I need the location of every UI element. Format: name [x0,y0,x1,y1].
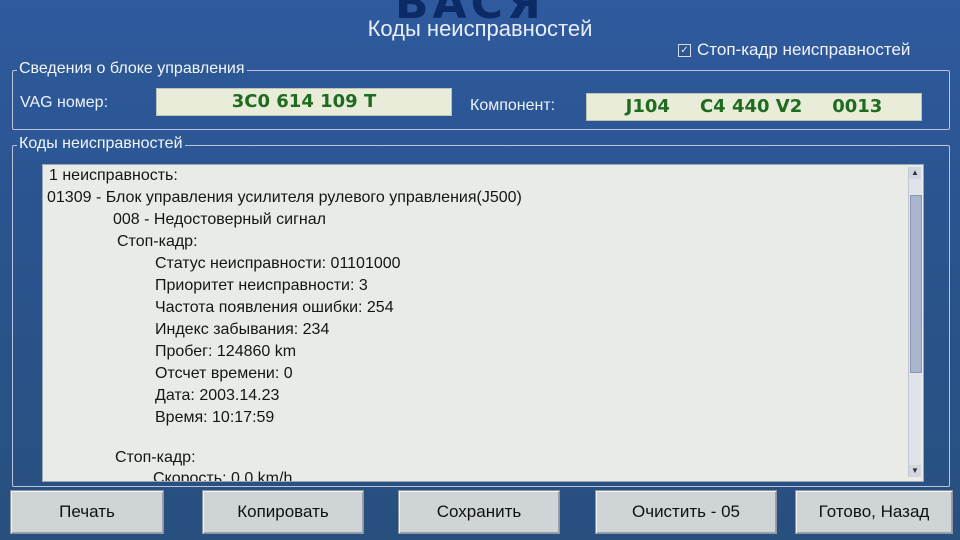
scroll-up-icon[interactable]: ▲ [909,167,921,179]
list-item: Пробег: 124860 km [155,343,297,360]
list-item: Индекс забывания: 234 [155,321,330,338]
fault-list[interactable]: 1 неисправность: 01309 - Блок управления… [42,164,924,482]
save-button[interactable]: Сохранить [398,490,560,534]
component-part: 0013 [832,96,883,117]
vag-number-label: VAG номер: [20,94,109,111]
list-item: Отсчет времени: 0 [155,365,293,382]
list-item: Стоп-кадр: [115,449,196,466]
copy-button[interactable]: Копировать [202,490,364,534]
control-module-group-title: Сведения о блоке управления [17,60,247,78]
list-item: Время: 10:17:59 [155,409,275,426]
scroll-thumb[interactable] [910,195,922,373]
checkbox-check-icon[interactable]: ✓ [678,43,691,57]
clear-button[interactable]: Очистить - 05 [595,490,777,534]
print-button[interactable]: Печать [10,490,164,534]
page-title: Коды неисправностей [367,16,593,41]
done-back-button[interactable]: Готово, Назад [795,490,953,534]
list-item: Дата: 2003.14.23 [155,387,280,404]
list-item: Статус неисправности: 01101000 [155,255,401,272]
list-item: Приоритет неисправности: 3 [155,277,368,294]
scroll-down-icon[interactable]: ▼ [909,465,921,477]
component-part: J104 [625,96,670,117]
list-item: Частота появления ошибки: 254 [155,299,394,316]
fault-codes-group-title: Коды неисправностей [17,135,185,153]
fault-list-scrollbar[interactable]: ▲ ▼ [908,167,922,477]
component-part: C4 440 V2 [699,96,803,117]
freeze-frame-label: Стоп-кадр неисправностей [697,40,911,59]
vag-number-field: 3C0 614 109 T [156,88,452,116]
list-item: 008 - Недостоверный сигнал [113,211,326,228]
component-label: Компонент: [470,97,556,114]
component-field: J104 C4 440 V2 0013 [586,93,922,121]
list-item: 1 неисправность: [49,167,178,184]
list-item: 01309 - Блок управления усилителя рулево… [47,189,522,206]
list-item: Скорость: 0.0 km/h [153,470,293,482]
list-item: Стоп-кадр: [117,233,198,250]
freeze-frame-checkbox[interactable]: ✓ Стоп-кадр неисправностей [678,40,910,60]
